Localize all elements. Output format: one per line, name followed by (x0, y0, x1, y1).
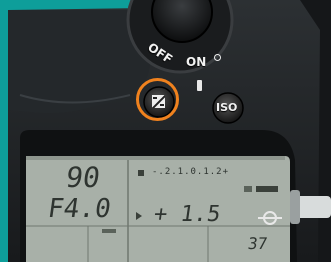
lcd-aperture: F4.0 (45, 194, 113, 224)
iso-label: ISO (216, 101, 238, 114)
power-on-indicator-icon (214, 54, 221, 61)
lcd-frame-count: 37 (246, 234, 269, 253)
lcd-panel: 90 F4.0 -.2.1.0.1.2+ + 1.5 37 (26, 156, 290, 262)
power-on-label: ON (186, 55, 207, 69)
camera-top-view: OFF ON ISO 90 F4.0 -.2.1.0.1.2+ + 1.5 37 (0, 0, 331, 262)
lcd-shutter-speed: 90 (63, 161, 103, 194)
lcd-exposure-scale: -.2.1.0.1.2+ (152, 167, 230, 177)
iso-button[interactable]: ISO (213, 93, 243, 123)
highlight-ring (136, 78, 179, 121)
lcd-compensation-value: + 1.5 (152, 202, 223, 227)
